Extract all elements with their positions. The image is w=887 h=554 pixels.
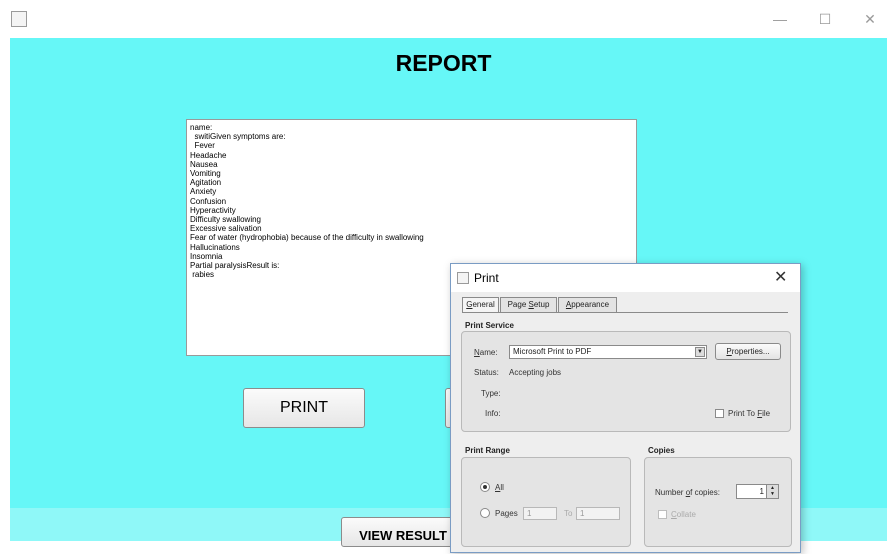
print-range-panel bbox=[461, 457, 631, 547]
copies-value: 1 bbox=[759, 487, 764, 496]
number-pre: Number bbox=[655, 488, 686, 497]
view-result-button[interactable]: VIEW RESULT bbox=[341, 517, 465, 547]
all-rest: ll bbox=[500, 483, 504, 492]
radio-selected-dot bbox=[483, 485, 487, 489]
properties-label: roperties... bbox=[731, 347, 770, 356]
to-label: To bbox=[564, 509, 573, 518]
copies-spinner[interactable]: 1 ▲ ▼ bbox=[736, 484, 779, 499]
print-dialog: Print ✕ General Page Setup Appearance Pr… bbox=[450, 263, 801, 553]
tab-page-setup-pre: Page bbox=[507, 300, 529, 309]
collate-checkbox[interactable] bbox=[658, 510, 667, 519]
number-of-copies-label: Number of copies: bbox=[655, 488, 720, 497]
java-app-icon bbox=[457, 272, 469, 284]
pages-pre: Pa bbox=[495, 509, 505, 518]
print-dialog-title: Print bbox=[474, 271, 499, 285]
print-service-label: Print Service bbox=[465, 321, 514, 330]
page-title: REPORT bbox=[395, 50, 492, 76]
pages-rest: es bbox=[509, 509, 518, 518]
pages-from-field[interactable]: 1 bbox=[523, 507, 557, 520]
tab-general-label: eneral bbox=[472, 300, 495, 309]
dialog-close-icon[interactable]: ✕ bbox=[774, 267, 787, 287]
maximize-button[interactable]: ☐ bbox=[811, 9, 839, 29]
tab-appearance-label: ppearance bbox=[571, 300, 610, 309]
print-to-file-rest: ile bbox=[762, 409, 771, 418]
print-range-label: Print Range bbox=[465, 446, 510, 455]
tab-page-setup-label: etup bbox=[533, 300, 550, 309]
java-app-icon bbox=[11, 11, 27, 27]
collate-label: Collate bbox=[671, 510, 696, 519]
pages-radio[interactable] bbox=[480, 508, 490, 518]
window-titlebar: — ☐ ✕ bbox=[0, 0, 887, 38]
all-radio[interactable] bbox=[480, 482, 490, 492]
properties-button[interactable]: Properties... bbox=[715, 343, 781, 360]
print-to-file-label: Print To File bbox=[728, 409, 770, 418]
name-label-rest: ame: bbox=[479, 348, 498, 357]
pages-to-field[interactable]: 1 bbox=[576, 507, 620, 520]
number-rest: f copies: bbox=[690, 488, 720, 497]
tab-page-setup[interactable]: Page Setup bbox=[500, 297, 557, 312]
printer-select-value: Microsoft Print to PDF bbox=[513, 347, 592, 356]
status-label: Status: bbox=[474, 368, 499, 377]
tab-general[interactable]: General bbox=[462, 297, 499, 313]
collate-rest: ollate bbox=[676, 510, 696, 519]
copies-panel bbox=[644, 457, 792, 547]
printer-select[interactable]: Microsoft Print to PDF ▼ bbox=[509, 345, 707, 359]
chevron-down-icon[interactable]: ▼ bbox=[695, 347, 705, 357]
print-to-file-checkbox[interactable] bbox=[715, 409, 724, 418]
pages-label: Pages bbox=[495, 509, 518, 518]
print-to-file-pre: Print To bbox=[728, 409, 758, 418]
copies-label: Copies bbox=[648, 446, 675, 455]
spinner-arrows-icon[interactable]: ▲ ▼ bbox=[766, 485, 778, 498]
info-label: Info: bbox=[485, 409, 501, 418]
status-value: Accepting jobs bbox=[509, 368, 562, 377]
type-label: Type: bbox=[481, 389, 501, 398]
all-label: All bbox=[495, 483, 504, 492]
minimize-button[interactable]: — bbox=[766, 9, 794, 29]
print-button[interactable]: PRINT bbox=[243, 388, 365, 428]
close-button[interactable]: ✕ bbox=[856, 9, 884, 29]
tab-divider bbox=[462, 312, 788, 313]
report-text: name: switiGiven symptoms are: Fever Hea… bbox=[190, 123, 424, 280]
print-dialog-titlebar: Print ✕ bbox=[451, 264, 800, 292]
tab-appearance[interactable]: Appearance bbox=[558, 297, 617, 312]
name-label: Name: bbox=[474, 348, 498, 357]
